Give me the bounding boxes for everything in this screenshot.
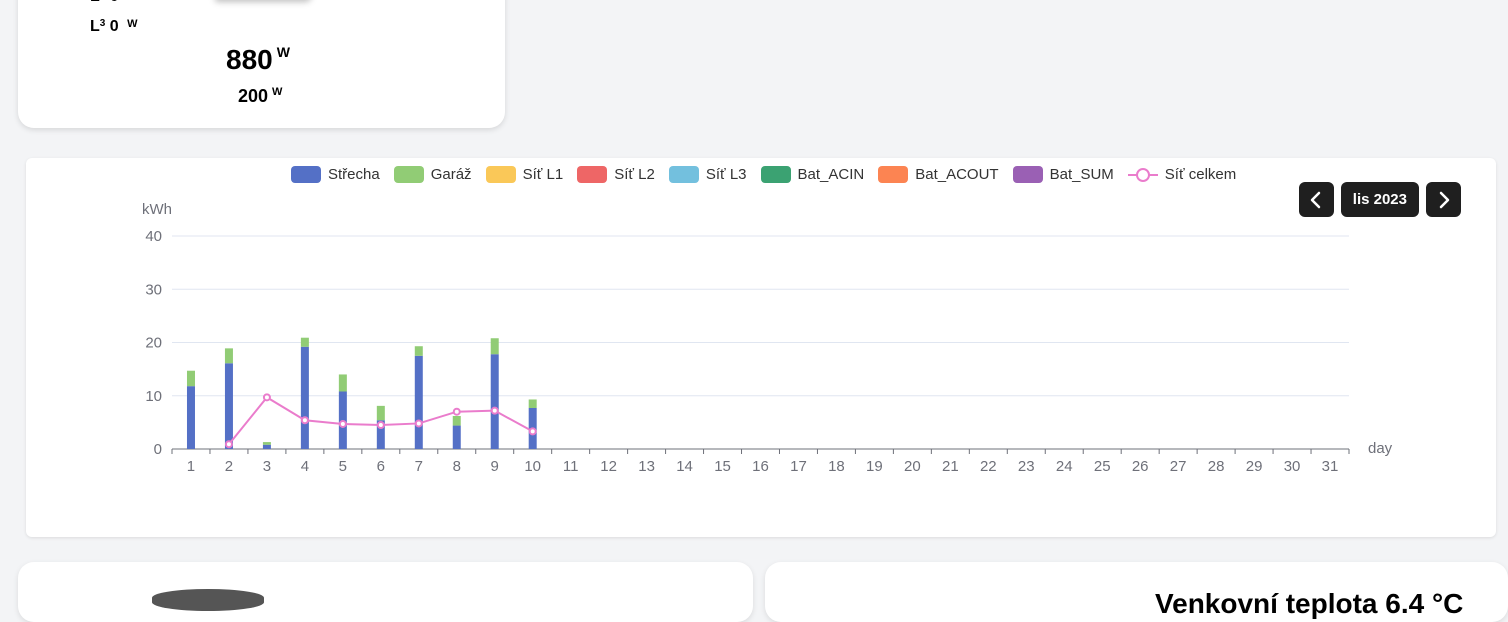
x-tick-label: 28 [1208, 458, 1225, 475]
x-tick-label: 18 [828, 458, 845, 475]
x-tick-label: 1 [187, 458, 195, 475]
x-tick-label: 17 [790, 458, 807, 475]
x-tick-label: 29 [1246, 458, 1263, 475]
bar-segment [414, 346, 423, 356]
phase-l2-value: 0 [110, 0, 119, 5]
power-main-reading: 880 W [226, 44, 290, 76]
energy-chart: 010203040kWh1 2 3 4 5 6 7 8 9 10 11 12 13 14 15 16 17 18 1… [142, 201, 1393, 475]
line-point [300, 416, 309, 425]
x-tick-label: 3 [263, 458, 271, 475]
line-point [338, 419, 347, 428]
x-tick-label: 6 [377, 458, 385, 475]
x-tick-label: 14 [676, 458, 693, 475]
bar-segment [490, 338, 499, 355]
x-tick-label: 25 [1094, 458, 1111, 475]
x-tick-label: 4 [301, 458, 309, 475]
x-axis-label: day [1368, 440, 1393, 457]
bar-segment [262, 444, 271, 449]
bar-segment [376, 405, 385, 421]
x-tick-label: 12 [600, 458, 617, 475]
phase-l3-value: 0 [109, 18, 119, 35]
bar-segment [452, 425, 461, 449]
phase-l3-label: L [90, 18, 100, 35]
phase-l2-label: L [90, 0, 100, 5]
x-tick-label: 11 [563, 458, 579, 475]
bar-segment [528, 399, 537, 408]
phase-l3-unit: W [127, 18, 138, 30]
x-tick-label: 22 [980, 458, 997, 475]
line-point [414, 419, 423, 428]
phase-l3-reading: L3 0 W [90, 18, 138, 36]
y-tick-label: 10 [145, 388, 162, 405]
x-tick-label: 20 [904, 458, 921, 475]
x-tick-label: 27 [1170, 458, 1187, 475]
line-point [262, 393, 271, 402]
x-tick-label: 16 [752, 458, 769, 475]
y-tick-label: 30 [145, 281, 162, 298]
bar-segment [224, 348, 233, 364]
y-axis-label: kWh [142, 201, 172, 218]
x-tick-label: 15 [714, 458, 731, 475]
bar-segment [224, 363, 233, 449]
x-tick-label: 9 [491, 458, 499, 475]
bar-segment [186, 386, 195, 449]
line-point [452, 407, 461, 416]
bar-segment [186, 370, 195, 387]
bar-segment [414, 355, 423, 449]
bar-segment [452, 415, 461, 426]
power-sub-unit: W [272, 86, 283, 98]
temperature-title: Venkovní teplota 6.4 °C [1155, 588, 1464, 619]
line-point [490, 406, 499, 415]
bar-segment [490, 354, 499, 449]
x-tick-label: 13 [638, 458, 655, 475]
x-tick-label: 2 [225, 458, 233, 475]
line-point [224, 440, 233, 449]
x-tick-label: 19 [866, 458, 883, 475]
x-tick-label: 10 [524, 458, 541, 475]
x-tick-label: 8 [453, 458, 461, 475]
x-tick-label: 7 [415, 458, 423, 475]
line-point [376, 421, 385, 430]
phase-l3-sup: 3 [99, 18, 106, 29]
line-point [528, 427, 537, 436]
x-tick-label: 24 [1056, 458, 1073, 475]
phase-l2-reading: L2 0 W [90, 0, 138, 6]
energy-chart-card: Střecha Garáž Síť L1 Síť L2 Síť L3 Bat_ACIN Ba… [26, 158, 1496, 537]
power-main-unit: W [276, 44, 290, 60]
x-tick-label: 30 [1284, 458, 1301, 475]
x-tick-label: 21 [942, 458, 959, 475]
x-tick-label: 26 [1132, 458, 1149, 475]
bar-segment [338, 374, 347, 392]
tank-card [18, 562, 753, 622]
power-sub-value: 200 [238, 86, 269, 106]
power-sub-reading: 200 W [238, 86, 282, 107]
y-tick-label: 40 [145, 228, 162, 245]
x-tick-label: 5 [339, 458, 347, 475]
power-card: L2 0 W L3 0 W 880W 200W [18, 0, 505, 128]
x-tick-label: 31 [1322, 458, 1339, 475]
bar-segment [300, 337, 309, 347]
power-main-value: 880 [226, 44, 273, 75]
y-tick-label: 20 [145, 335, 162, 352]
x-tick-label: 23 [1018, 458, 1035, 475]
water-tank-image [152, 589, 264, 611]
y-tick-label: 0 [154, 441, 162, 458]
bar-segment [300, 346, 309, 449]
bar-segment [262, 442, 271, 445]
